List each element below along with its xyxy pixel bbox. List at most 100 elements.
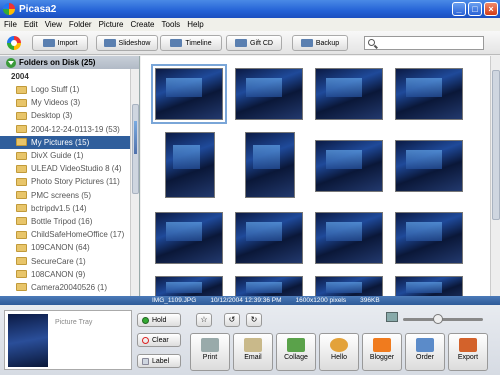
collapse-icon[interactable] [6,57,16,68]
menu-picture[interactable]: Picture [99,20,124,29]
export-button[interactable]: Export [448,333,488,371]
rotate-right-icon: ↻ [250,315,258,324]
collage-button[interactable]: Collage [276,333,316,371]
search-input[interactable] [364,36,484,50]
label-button[interactable]: Label [137,354,181,368]
menu-file[interactable]: File [4,20,17,29]
menu-create[interactable]: Create [130,20,154,29]
folder-icon [16,177,27,186]
hello-button[interactable]: Hello [319,333,359,371]
menu-folder[interactable]: Folder [69,20,92,29]
thumbnail[interactable] [155,212,223,264]
folder-icon [16,257,27,266]
folders-header[interactable]: Folders on Disk (25) [0,56,139,69]
slider-knob[interactable] [433,314,443,324]
folder-item[interactable]: 108CANON (9) [0,268,139,281]
thumbnail[interactable] [235,68,303,120]
folder-icon [16,191,27,200]
scrollbar-thumb[interactable] [132,104,139,194]
menu-help[interactable]: Help [187,20,203,29]
rotate-left-button[interactable]: ↺ [224,313,240,327]
thumbnail[interactable] [155,276,223,296]
gift-cd-button[interactable]: Gift CD [226,35,282,51]
folder-item[interactable]: 2004-12-24-0113-19 (53) [0,123,139,136]
folder-item[interactable]: bctripdv1.5 (14) [0,202,139,215]
status-filename: IMG_1109.JPG [152,297,197,304]
tray-thumbnail[interactable] [8,314,48,367]
thumbnail-size-slider[interactable] [403,314,483,324]
menu-view[interactable]: View [45,20,62,29]
grid-scrollbar[interactable] [490,56,500,296]
timeline-button[interactable]: Timeline [160,35,222,51]
thumbnail[interactable] [395,276,463,296]
close-button[interactable]: × [484,2,498,16]
thumbnail[interactable] [315,276,383,296]
folder-icon [16,98,27,107]
folder-item[interactable]: Photo Story Pictures (11) [0,175,139,188]
thumbnail[interactable] [315,68,383,120]
thumbnail[interactable] [395,68,463,120]
folder-scrollbar[interactable] [130,69,139,296]
year-heading: 2004 [11,72,29,81]
zoom-icon [386,312,398,322]
hold-button[interactable]: Hold [137,313,181,327]
blogger-button[interactable]: Blogger [362,333,402,371]
folder-item[interactable]: Desktop (3) [0,109,139,122]
folder-item[interactable]: SecureCare (1) [0,254,139,267]
folder-item[interactable]: Camera20040526 (1) [0,281,139,294]
print-button[interactable]: Print [190,333,230,371]
timeline-icon [170,39,183,47]
status-dimensions: 1600x1200 pixels [295,297,347,304]
minimize-button[interactable]: _ [452,2,466,16]
folder-item[interactable]: Logo Stuff (1) [0,83,139,96]
rotate-left-icon: ↺ [228,315,236,324]
import-button[interactable]: Import [32,35,88,51]
menu-tools[interactable]: Tools [162,20,181,29]
folder-label: My Pictures (15) [31,137,90,147]
export-icon [459,338,477,352]
maximize-button[interactable]: □ [468,2,482,16]
star-icon: ☆ [200,315,208,324]
folder-item[interactable]: My Videos (3) [0,96,139,109]
folder-icon [16,283,27,292]
picasa-logo-icon [7,36,21,50]
thumbnail[interactable] [315,140,383,192]
folder-item[interactable]: My Pictures (15) [0,135,139,149]
import-icon [42,39,55,47]
rotate-right-button[interactable]: ↻ [246,313,262,327]
folder-label: DivX Guide (1) [31,151,84,161]
email-button[interactable]: Email [233,333,273,371]
thumbnail[interactable] [395,140,463,192]
slideshow-button[interactable]: Slideshow [96,35,158,51]
thumbnail[interactable] [395,212,463,264]
thumbnail[interactable] [235,276,303,296]
star-button[interactable]: ☆ [196,313,212,327]
clear-button[interactable]: Clear [137,333,181,347]
window-title: Picasa2 [19,3,57,15]
folder-icon [16,217,27,226]
folder-label: Photo Story Pictures (11) [31,177,120,187]
thumbnail[interactable] [315,212,383,264]
thumbnail[interactable] [165,132,215,198]
folder-item[interactable]: 109CANON (64) [0,241,139,254]
folder-label: My Videos (3) [31,98,81,108]
folder-item[interactable]: ChildSafeHomeOffice (17) [0,228,139,241]
folder-item[interactable]: PMC screens (5) [0,189,139,202]
scrollbar-thumb[interactable] [492,70,500,220]
menu-edit[interactable]: Edit [24,20,38,29]
folder-item[interactable]: Bottle Tripod (16) [0,215,139,228]
thumbnail[interactable] [245,132,295,198]
status-date: 10/12/2004 12:39:36 PM [210,297,282,304]
backup-button[interactable]: Backup [292,35,348,51]
order-icon [416,338,434,352]
folder-label: 109CANON (64) [31,243,90,253]
folder-label: Desktop (3) [31,111,73,121]
status-filesize: 396KB [360,297,380,304]
folder-item[interactable]: ULEAD VideoStudio 8 (4) [0,162,139,175]
folder-item[interactable]: DivX Guide (1) [0,149,139,162]
order-button[interactable]: Order [405,333,445,371]
thumbnail[interactable] [151,64,227,124]
folder-label: bctripdv1.5 (14) [31,203,87,213]
thumbnail-grid [141,56,490,296]
thumbnail[interactable] [235,212,303,264]
